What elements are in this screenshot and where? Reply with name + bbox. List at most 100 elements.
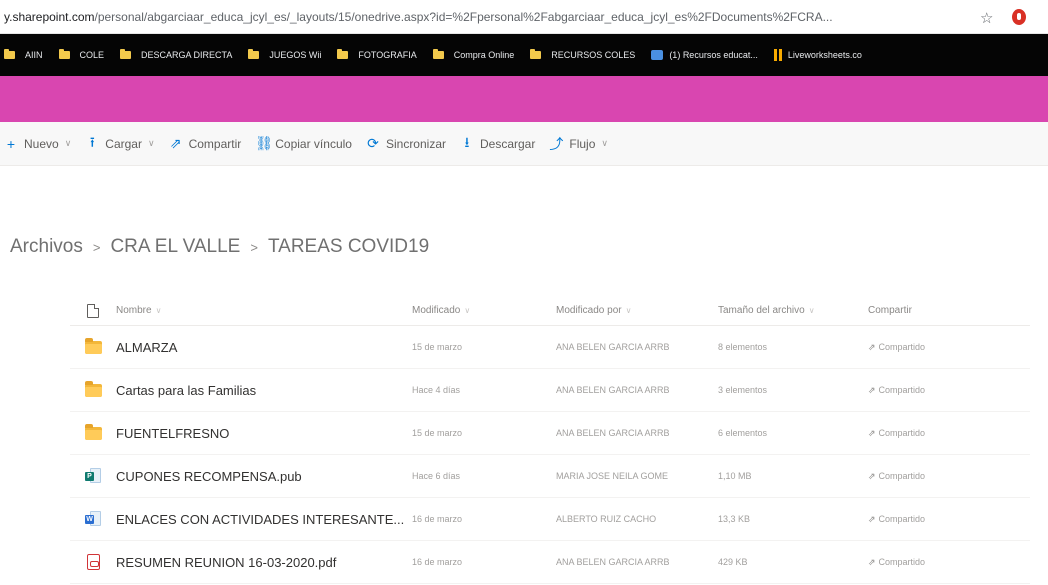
bookmark-compra-online[interactable]: Compra Online: [432, 49, 514, 60]
sync-button[interactable]: ⟳ Sincronizar: [366, 135, 446, 152]
bookmarks-bar: AIIN COLE DESCARGA DIRECTA JUEGOS Wii FO…: [0, 34, 1048, 76]
liveworksheets-icon: [773, 49, 782, 61]
breadcrumb-archivos[interactable]: Archivos: [10, 236, 83, 258]
folder-icon: [248, 49, 260, 59]
share-icon: ⇗: [868, 556, 876, 567]
share-icon: ⇗: [868, 470, 876, 481]
folder-icon: [120, 49, 132, 59]
publisher-file-icon: P: [85, 468, 101, 484]
suite-header: [0, 76, 1048, 122]
bookmark-aiin[interactable]: AIIN: [4, 49, 43, 60]
file-name[interactable]: RESUMEN REUNION 16-03-2020.pdf: [116, 555, 412, 570]
bookmark-star-icon[interactable]: ☆: [980, 9, 993, 27]
chevron-right-icon: >: [92, 239, 101, 255]
file-name[interactable]: ALMARZA: [116, 340, 412, 355]
share-icon: ⇗: [169, 135, 182, 151]
chevron-right-icon: >: [250, 239, 258, 255]
pdf-file-icon: [86, 554, 100, 570]
chevron-down-icon: ∨: [601, 138, 608, 148]
word-file-icon: W: [85, 511, 101, 527]
download-button[interactable]: ⭳ Descargar: [460, 132, 536, 156]
chevron-down-icon: ∨: [64, 138, 72, 148]
new-button[interactable]: + Nuevo ∨: [4, 136, 71, 152]
folder-icon: [530, 49, 542, 59]
chevron-down-icon: ∨: [147, 138, 155, 148]
table-row[interactable]: FUENTELFRESNO 15 de marzo ANA BELEN GARC…: [70, 412, 1030, 455]
modified-date: 16 de marzo: [412, 557, 463, 567]
sharing-status[interactable]: ⇗ Compartido: [868, 385, 1018, 396]
bookmark-fotografia[interactable]: FOTOGRAFIA: [337, 49, 417, 60]
download-icon: ⭳: [464, 133, 470, 150]
column-header-size[interactable]: Tamaño del archivo ∨: [718, 305, 868, 316]
bookmark-recursos-coles[interactable]: RECURSOS COLES: [530, 49, 635, 60]
bookmark-cole[interactable]: COLE: [58, 49, 104, 60]
flow-icon: ⤴: [549, 135, 564, 152]
modified-date: 15 de marzo: [412, 342, 463, 352]
bookmark-juegos-wii[interactable]: JUEGOS Wii: [248, 49, 321, 60]
plus-icon: +: [6, 135, 16, 152]
file-name[interactable]: ENLACES CON ACTIVIDADES INTERESANTE...: [116, 512, 412, 527]
url-text[interactable]: y.sharepoint.com/personal/abgarciaar_edu…: [0, 10, 955, 24]
bookmark-recursos-educat[interactable]: (1) Recursos educat...: [651, 50, 758, 60]
modified-by: ANA BELEN GARCIA ARRB: [556, 428, 670, 438]
file-size: 6 elementos: [718, 428, 768, 438]
column-header-modified[interactable]: Modificado ∨: [412, 305, 556, 316]
file-name[interactable]: Cartas para las Familias: [116, 383, 412, 398]
file-name[interactable]: FUENTELFRESNO: [116, 426, 412, 441]
sharing-status[interactable]: ⇗ Compartido: [868, 514, 1018, 525]
modified-by: ANA BELEN GARCIA ARRB: [556, 557, 670, 567]
table-row[interactable]: W ENLACES CON ACTIVIDADES INTERESANTE...…: [70, 498, 1030, 541]
upload-icon: ⭱: [89, 133, 95, 150]
column-header-sharing[interactable]: Compartir: [868, 305, 1018, 316]
share-icon: ⇗: [868, 513, 876, 524]
chevron-down-icon: ∨: [808, 306, 815, 315]
sharing-status[interactable]: ⇗ Compartido: [868, 471, 1018, 482]
file-size: 3 elementos: [718, 385, 768, 395]
sharing-status[interactable]: ⇗ Compartido: [868, 557, 1018, 568]
folder-icon: [337, 49, 349, 59]
folder-icon: [58, 49, 70, 59]
sharing-status[interactable]: ⇗ Compartido: [868, 342, 1018, 353]
extension-icon[interactable]: [1012, 9, 1026, 25]
share-button[interactable]: ⇗ Compartir: [169, 135, 242, 152]
upload-button[interactable]: ⭱ Cargar ∨: [85, 132, 155, 156]
table-row[interactable]: Cartas para las Familias Hace 4 días ANA…: [70, 369, 1030, 412]
folder-icon: [432, 49, 444, 59]
flow-button[interactable]: ⤴ Flujo ∨: [549, 134, 608, 154]
file-type-column[interactable]: [70, 303, 116, 318]
bookmark-descarga-directa[interactable]: DESCARGA DIRECTA: [120, 49, 232, 60]
file-size: 8 elementos: [718, 342, 768, 352]
modified-date: Hace 6 días: [412, 471, 461, 481]
bookmark-liveworksheets[interactable]: Liveworksheets.co: [773, 49, 862, 61]
image-icon: [651, 50, 664, 60]
breadcrumb: Archivos > CRA EL VALLE > TAREAS COVID19: [10, 232, 429, 262]
modified-date: 15 de marzo: [412, 428, 463, 438]
link-icon: ⛓: [255, 135, 274, 151]
share-icon: ⇗: [868, 384, 876, 395]
folder-icon: [84, 337, 102, 354]
modified-by: ANA BELEN GARCIA ARRB: [556, 342, 670, 352]
chevron-down-icon: ∨: [155, 306, 162, 315]
folder-icon: [4, 49, 15, 59]
column-header-modified-by[interactable]: Modificado por ∨: [556, 305, 718, 316]
address-bar[interactable]: y.sharepoint.com/personal/abgarciaar_edu…: [0, 0, 1048, 34]
folder-icon: [84, 423, 102, 440]
breadcrumb-current-folder: TAREAS COVID19: [267, 236, 430, 257]
table-row[interactable]: RESUMEN REUNION 16-03-2020.pdf 16 de mar…: [70, 541, 1030, 584]
file-list-header: Nombre ∨ Modificado ∨ Modificado por ∨ Tama…: [70, 296, 1030, 326]
column-header-name[interactable]: Nombre ∨: [116, 305, 412, 316]
breadcrumb-cra-el-valle[interactable]: CRA EL VALLE: [110, 236, 240, 258]
copy-link-button[interactable]: ⛓ Copiar vínculo: [255, 135, 352, 152]
chevron-down-icon: ∨: [464, 306, 471, 315]
table-row[interactable]: P CUPONES RECOMPENSA.pub Hace 6 días MAR…: [70, 455, 1030, 498]
share-icon: ⇗: [868, 427, 876, 438]
sync-icon: ⟳: [367, 135, 379, 151]
share-icon: ⇗: [868, 341, 876, 352]
sharing-status[interactable]: ⇗ Compartido: [868, 428, 1018, 439]
folder-icon: [84, 380, 102, 397]
command-bar: + Nuevo ∨ ⭱ Cargar ∨ ⇗ Compartir ⛓ Copiar vínc…: [0, 122, 1048, 166]
file-name[interactable]: CUPONES RECOMPENSA.pub: [116, 469, 412, 484]
file-size: 429 KB: [718, 557, 748, 567]
file-size: 13,3 KB: [718, 514, 751, 524]
table-row[interactable]: ALMARZA 15 de marzo ANA BELEN GARCIA ARR…: [70, 326, 1030, 369]
